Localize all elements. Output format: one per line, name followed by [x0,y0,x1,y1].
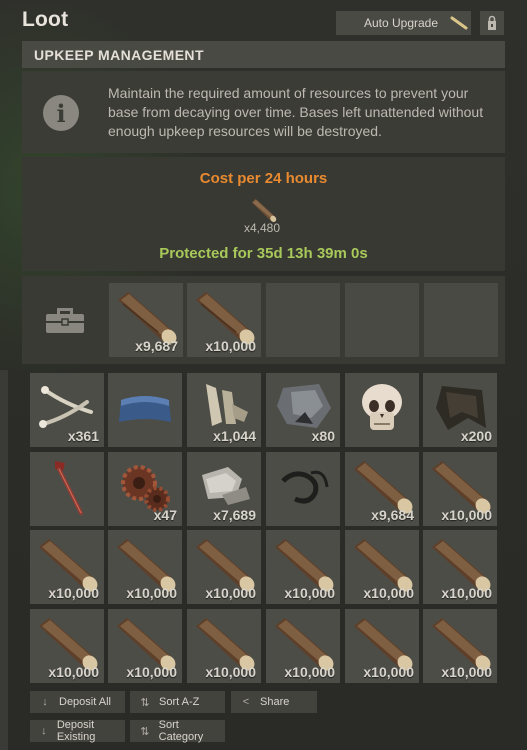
slot-amount: x80 [311,428,335,444]
inventory-slot[interactable]: x10,000 [30,530,104,604]
deposit-existing-button[interactable]: ↓ Deposit Existing [30,719,125,743]
upkeep-info-panel: i Maintain the required amount of resour… [22,71,505,153]
inventory-slot[interactable]: x10,000 [108,530,182,604]
hammer-icon [450,16,468,30]
lock-button[interactable] [480,11,504,35]
upkeep-slot[interactable]: x9,687 [109,283,183,357]
inventory-slot[interactable]: x10,000 [266,530,340,604]
inventory-slot[interactable]: x10,000 [345,530,419,604]
inventory-slot[interactable] [266,452,340,526]
upkeep-cost-panel: Cost per 24 hours x4,480 Protected for 3… [22,157,505,271]
arrow-down-icon: ↓ [42,696,48,708]
deposit-all-label: Deposit All [59,696,111,708]
deposit-existing-label: Deposit Existing [56,719,96,743]
upkeep-info-text: Maintain the required amount of resource… [108,85,484,139]
slot-amount: x200 [460,428,492,444]
sort-icon: ⇅ [140,725,150,738]
hammer-button[interactable] [447,11,471,35]
loot-title: Loot [22,8,69,31]
sort-category-button[interactable]: ⇅ Sort Category [130,719,225,743]
slot-amount: x10,000 [126,664,177,680]
slot-amount: x10,000 [284,664,335,680]
inventory-slot[interactable]: x200 [423,373,497,447]
cost-title: Cost per 24 hours [199,170,328,187]
protected-time: Protected for 35d 13h 39m 0s [159,245,368,262]
wood-icon [251,198,277,222]
info-icon: i [43,95,79,131]
inventory-slot[interactable]: x10,000 [30,609,104,683]
inventory-slot[interactable]: x47 [108,452,182,526]
slot-amount: x10,000 [205,664,256,680]
pipe-wrench-icon [55,461,83,515]
slot-amount: x47 [153,507,177,523]
inventory-slot[interactable]: x10,000 [187,530,261,604]
inventory-slot[interactable]: x10,000 [187,609,261,683]
slot-amount: x10,000 [441,585,492,601]
slot-amount: x361 [67,428,99,444]
slot-amount: x7,689 [213,507,256,523]
lock-icon [488,15,496,30]
inventory-slot[interactable]: x9,684 [345,452,419,526]
slot-amount: x10,000 [441,664,492,680]
inventory-slot[interactable] [345,373,419,447]
upkeep-slot-empty[interactable] [424,283,498,357]
deposit-all-button[interactable]: ↓ Deposit All [30,691,125,713]
share-button[interactable]: < Share [231,691,317,713]
share-label: Share [260,696,290,708]
inventory-slot[interactable]: x1,044 [187,373,261,447]
slot-amount: x10,000 [205,585,256,601]
inventory-slot[interactable]: x10,000 [423,530,497,604]
sort-az-label: Sort A-Z [159,696,200,708]
inventory-panel-edge [0,370,8,750]
inventory-slot[interactable]: x10,000 [266,609,340,683]
upkeep-slot[interactable]: x10,000 [187,283,261,357]
slot-amount: x10,000 [126,585,177,601]
inventory-slot[interactable]: x10,000 [423,609,497,683]
slot-amount: x9,684 [371,507,414,523]
inventory-slot[interactable] [108,373,182,447]
share-icon: < [242,696,250,708]
inventory-slot[interactable]: x7,689 [187,452,261,526]
inventory-slot[interactable]: x10,000 [423,452,497,526]
slot-amount: x10,000 [363,585,414,601]
inventory-slot[interactable]: x10,000 [345,609,419,683]
inventory-slot[interactable] [30,452,104,526]
slot-amount: x10,000 [363,664,414,680]
inventory-slot[interactable]: x10,000 [108,609,182,683]
slot-amount: x10,000 [48,664,99,680]
slot-amount: x9,687 [135,338,178,354]
upkeep-slot-empty[interactable] [345,283,419,357]
slot-amount: x10,000 [205,338,256,354]
rope-icon [281,470,329,504]
slot-amount: x10,000 [48,585,99,601]
skull-icon [362,384,402,430]
slot-amount: x1,044 [213,428,256,444]
toolbox-icon [46,308,84,333]
upkeep-slot-empty[interactable] [266,283,340,357]
upkeep-section-header: UPKEEP MANAGEMENT [22,41,505,68]
sort-category-label: Sort Category [158,719,204,743]
slot-amount: x10,000 [441,507,492,523]
sort-icon: ⇅ [140,696,150,709]
slot-amount: x10,000 [284,585,335,601]
inventory-slot[interactable]: x361 [30,373,104,447]
metal-plate-icon [119,396,171,422]
loot-header: Loot Auto Upgrade [22,4,505,38]
inventory-slot[interactable]: x80 [266,373,340,447]
cost-amount: x4,480 [243,221,281,235]
arrow-down-icon: ↓ [41,725,47,737]
sort-az-button[interactable]: ⇅ Sort A-Z [130,691,225,713]
